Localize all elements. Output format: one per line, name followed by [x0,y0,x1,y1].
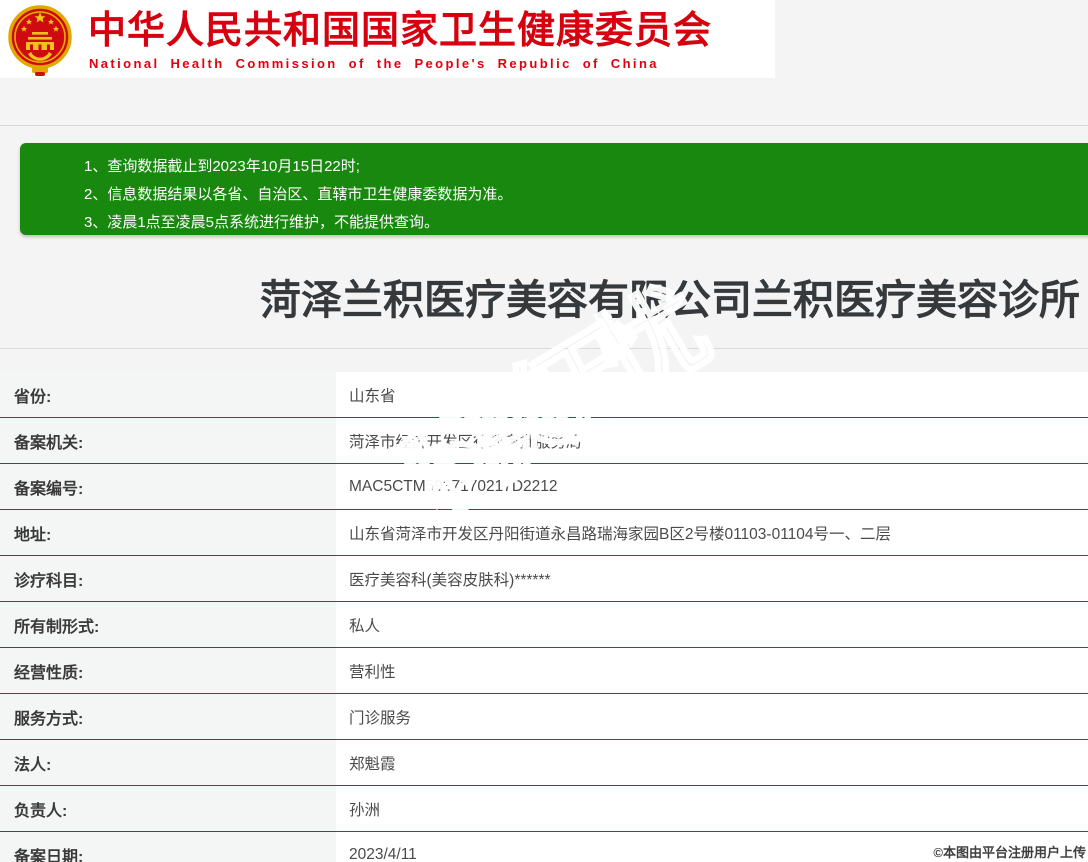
field-label: 备案日期: [0,832,336,862]
field-value: 郑魁霞 [336,740,1088,785]
table-row-legal-person: 法人: 郑魁霞 [0,740,1088,786]
page: 中华人民共和国国家卫生健康委员会 National Health Commiss… [0,0,1088,862]
table-row-clinical-departments: 诊疗科目: 医疗美容科(美容皮肤科)****** [0,556,1088,602]
agency-title-en: National Health Commission of the People… [89,56,659,71]
table-row-filing-date: 备案日期: 2023/4/11 [0,832,1088,862]
field-label: 法人: [0,740,336,785]
field-label: 负责人: [0,786,336,831]
table-row-address: 地址: 山东省菏泽市开发区丹阳街道永昌路瑞海家园B区2号楼01103-01104… [0,510,1088,556]
field-label: 备案机关: [0,418,336,463]
table-row-business-nature: 经营性质: 营利性 [0,648,1088,694]
field-value: 山东省菏泽市开发区丹阳街道永昌路瑞海家园B区2号楼01103-01104号一、二… [336,510,1088,555]
field-value: 孙洲 [336,786,1088,831]
field-label: 省份: [0,372,336,417]
field-value: 菏泽市经济开发区行政审批服务局 [336,418,1088,463]
record-table: 省份: 山东省 备案机关: 菏泽市经济开发区行政审批服务局 备案编号: MAC5… [0,372,1088,862]
notice-banner: 1、查询数据截止到2023年10月15日22时; 2、信息数据结果以各省、自治区… [20,143,1088,235]
prc-national-emblem-icon [8,5,72,76]
notice-line-1: 1、查询数据截止到2023年10月15日22时; [84,158,360,175]
field-value: 营利性 [336,648,1088,693]
notice-line-3: 3、凌晨1点至凌晨5点系统进行维护，不能提供查询。 [84,214,440,231]
table-row-service-mode: 服务方式: 门诊服务 [0,694,1088,740]
field-label: 备案编号: [0,464,336,509]
field-label: 经营性质: [0,648,336,693]
table-row-person-in-charge: 负责人: 孙洲 [0,786,1088,832]
field-value: 医疗美容科(美容皮肤科)****** [336,556,1088,601]
field-label: 地址: [0,510,336,555]
field-label: 服务方式: [0,694,336,739]
table-row-filing-authority: 备案机关: 菏泽市经济开发区行政审批服务局 [0,418,1088,464]
copyright-note: ©本图由平台注册用户上传 [933,845,1086,860]
site-header: 中华人民共和国国家卫生健康委员会 National Health Commiss… [0,0,775,78]
field-value: 门诊服务 [336,694,1088,739]
notice-line-2: 2、信息数据结果以各省、自治区、直辖市卫生健康委数据为准。 [84,186,513,203]
agency-title-cn: 中华人民共和国国家卫生健康委员会 [88,10,713,52]
table-row-filing-number: 备案编号: MAC5CTM5937170217D2212 [0,464,1088,510]
table-row-ownership-type: 所有制形式: 私人 [0,602,1088,648]
table-row-province: 省份: 山东省 [0,372,1088,418]
title-divider [0,348,1088,349]
field-value: 山东省 [336,372,1088,417]
field-value: MAC5CTM5937170217D2212 [336,464,1088,509]
record-title: 菏泽兰积医疗美容有限公司兰积医疗美容诊所 [260,277,1080,323]
field-label: 诊疗科目: [0,556,336,601]
header-divider [0,125,1088,126]
field-value: 私人 [336,602,1088,647]
field-label: 所有制形式: [0,602,336,647]
